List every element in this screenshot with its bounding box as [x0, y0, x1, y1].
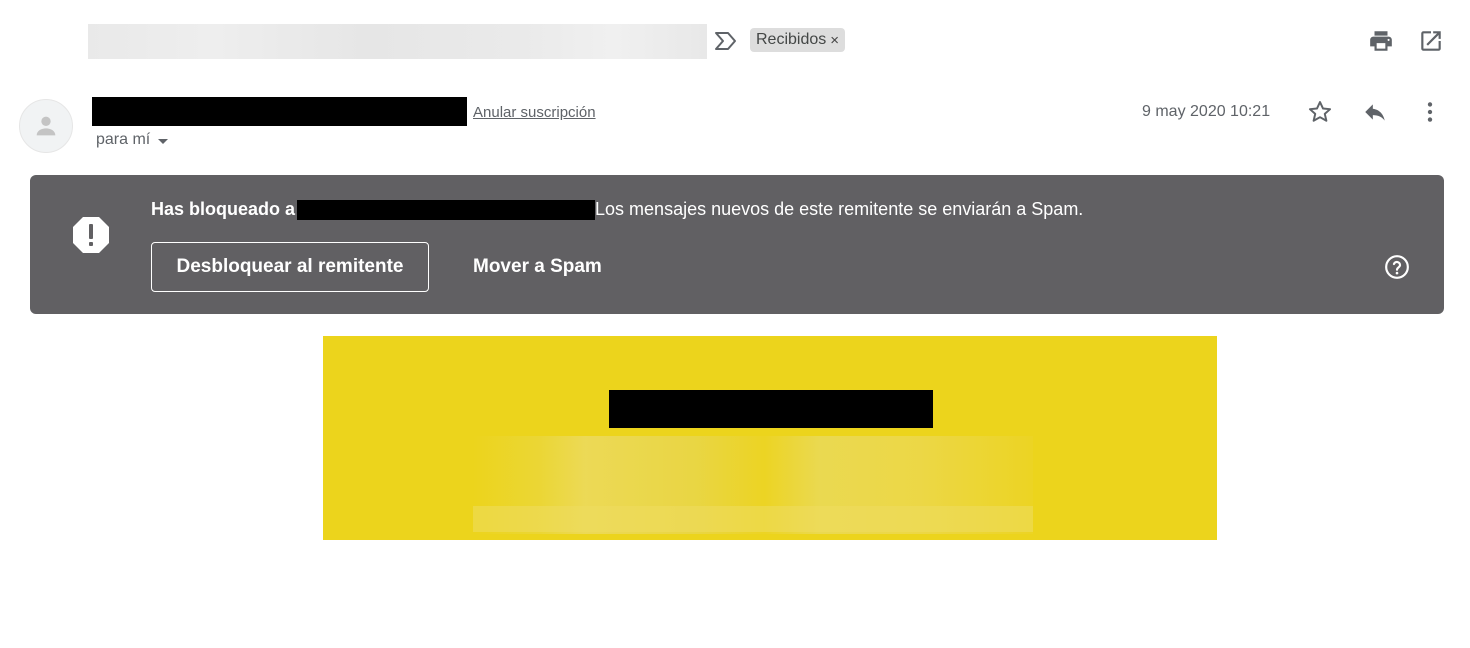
print-icon[interactable] [1368, 28, 1394, 54]
unsubscribe-link[interactable]: Anular suscripción [473, 104, 596, 121]
recipient-details-toggle[interactable]: para mí [96, 131, 169, 149]
chevron-down-icon [158, 138, 169, 144]
remove-label-icon[interactable]: × [830, 32, 839, 49]
blocked-email-redacted [297, 199, 596, 220]
unblock-sender-button[interactable]: Desbloquear al remitente [151, 242, 429, 292]
person-avatar-icon [36, 116, 56, 136]
more-vertical-icon[interactable] [1417, 99, 1443, 125]
move-to-spam-button[interactable]: Mover a Spam [473, 242, 602, 292]
subject-title-redacted [88, 24, 707, 59]
sender-name-redacted [92, 97, 467, 126]
help-circle-icon[interactable] [1384, 254, 1410, 280]
reply-icon[interactable] [1362, 99, 1388, 125]
label-chip-inbox: Recibidos × [750, 28, 846, 52]
blocked-suffix: Los mensajes nuevos de este remitente se… [595, 199, 1084, 219]
star-icon[interactable] [1307, 99, 1333, 125]
open-in-new-window-icon[interactable] [1418, 28, 1444, 54]
recipient-label: para mí [96, 131, 151, 148]
label-chip-text: Recibidos [756, 31, 827, 48]
email-body-image [323, 336, 1217, 540]
email-view: Recibidos × Anular suscripción para mí 9… [0, 0, 1470, 648]
blocked-sender-banner: Has bloqueado a Los mensajes nuevos de e… [30, 175, 1444, 314]
sender-avatar[interactable] [19, 99, 73, 153]
hero-heading-redacted [609, 390, 933, 428]
blocked-prefix: Has bloqueado a [151, 199, 296, 219]
message-date: 9 may 2020 10:21 [1142, 103, 1271, 120]
blocked-message: Has bloqueado a Los mensajes nuevos de e… [151, 199, 1083, 220]
importance-marker-icon[interactable] [713, 29, 739, 53]
alert-octagon-icon [73, 217, 109, 253]
hero-text-blurred-bottom [473, 506, 1033, 532]
